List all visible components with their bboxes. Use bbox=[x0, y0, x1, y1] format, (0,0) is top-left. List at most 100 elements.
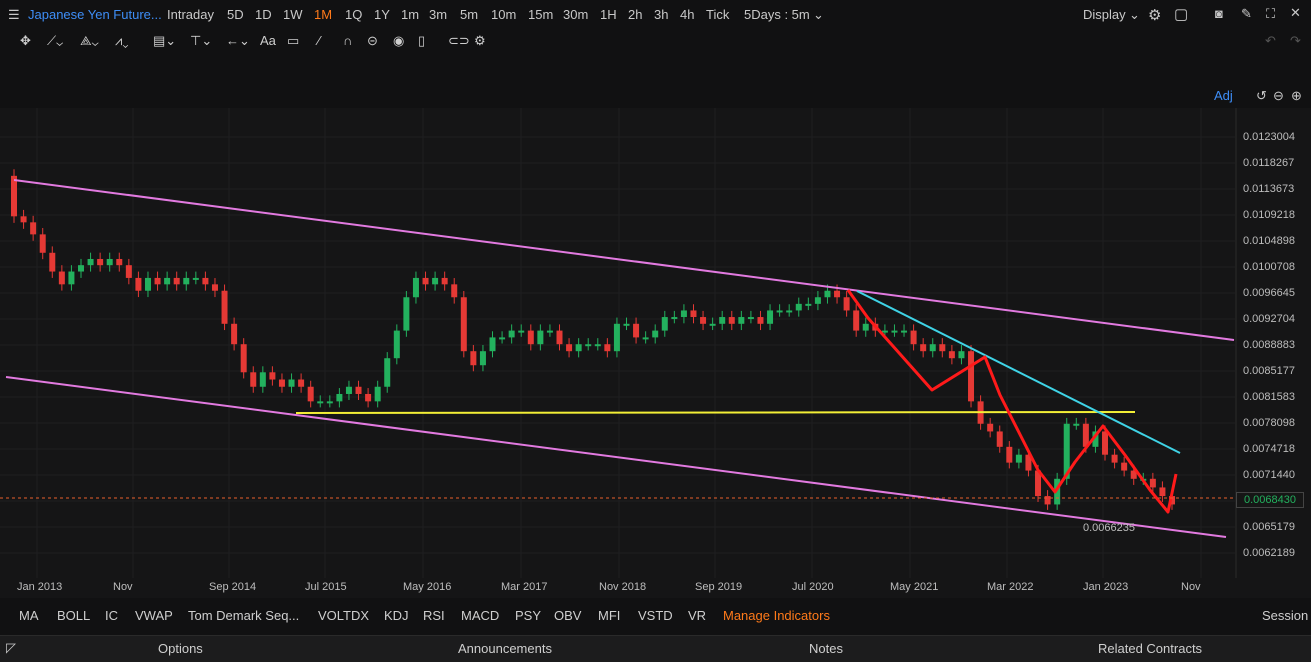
polyline-tool-icon[interactable]: ⟁⌄ bbox=[80, 33, 99, 49]
y-tick-label: 0.0123004 bbox=[1243, 131, 1295, 143]
tab-announcements[interactable]: Announcements bbox=[458, 641, 552, 656]
zoom-out-icon[interactable]: ⊖ bbox=[1273, 88, 1284, 104]
y-tick-label: 0.0062189 bbox=[1243, 547, 1295, 559]
close-icon[interactable]: ✕ bbox=[1290, 5, 1301, 21]
layout-icon[interactable]: ▢ bbox=[1174, 5, 1188, 23]
multi-select-icon[interactable]: ⊂⊃ bbox=[448, 33, 470, 49]
display-button[interactable]: Display bbox=[1083, 7, 1126, 22]
timeframe-3m[interactable]: 3m bbox=[429, 7, 447, 22]
timeframe-30m[interactable]: 30m bbox=[563, 7, 588, 22]
y-tick-label: 0.0078098 bbox=[1243, 417, 1295, 429]
timeframe-5m[interactable]: 5m bbox=[460, 7, 478, 22]
indicator-tom-demark-seq[interactable]: Tom Demark Seq... bbox=[188, 608, 299, 623]
ruler-tool-icon[interactable]: ∕ bbox=[318, 33, 320, 48]
timeframe-15m[interactable]: 15m bbox=[528, 7, 553, 22]
settings-icon[interactable]: ⚙ bbox=[474, 33, 486, 49]
undo-icon[interactable]: ↶ bbox=[1265, 33, 1276, 49]
timeframe-4h[interactable]: 4h bbox=[680, 7, 694, 22]
indicator-ma[interactable]: MA bbox=[19, 608, 39, 623]
reset-icon[interactable]: ↺ bbox=[1256, 88, 1267, 104]
menu-icon[interactable]: ☰ bbox=[8, 7, 20, 23]
y-tick-label: 0.0104898 bbox=[1243, 235, 1295, 247]
adj-label[interactable]: Adj bbox=[1214, 88, 1233, 103]
manage-indicators-link[interactable]: Manage Indicators bbox=[723, 608, 830, 623]
indicator-vstd[interactable]: VSTD bbox=[638, 608, 673, 623]
x-tick-label: Mar 2017 bbox=[501, 581, 548, 593]
tab-options[interactable]: Options bbox=[158, 641, 203, 656]
timeframe-1m[interactable]: 1m bbox=[401, 7, 419, 22]
x-tick-label: Jul 2020 bbox=[792, 581, 834, 593]
x-tick-label: Jan 2023 bbox=[1083, 581, 1129, 593]
indicator-psy[interactable]: PSY bbox=[515, 608, 541, 623]
level-tool-icon[interactable]: ⊤⌄ bbox=[190, 33, 212, 49]
indicator-mfi[interactable]: MFI bbox=[598, 608, 620, 623]
timeframe-5d[interactable]: 5D bbox=[227, 7, 244, 22]
zoom-in-icon[interactable]: ⊕ bbox=[1291, 88, 1302, 104]
candle-body bbox=[814, 297, 821, 304]
timeframe-10m[interactable]: 10m bbox=[491, 7, 516, 22]
camera-icon[interactable]: ◙ bbox=[1215, 6, 1223, 21]
pattern-tool-icon[interactable]: ⩘⌄ bbox=[115, 33, 128, 49]
comment-tool-icon[interactable]: ▭ bbox=[287, 33, 299, 49]
indicator-rsi[interactable]: RSI bbox=[423, 608, 445, 623]
session-button[interactable]: Session bbox=[1262, 608, 1308, 623]
timeframe-1h[interactable]: 1H bbox=[600, 7, 617, 22]
candle-body bbox=[1149, 478, 1156, 488]
timeframe-1d[interactable]: 1D bbox=[255, 7, 272, 22]
candle-body bbox=[527, 330, 534, 345]
trash-icon[interactable]: ▯ bbox=[418, 33, 425, 49]
arrow-tool-icon[interactable]: ←⌄ bbox=[226, 33, 250, 49]
candle-body bbox=[288, 379, 295, 387]
indicator-macd[interactable]: MACD bbox=[461, 608, 499, 623]
indicator-vwap[interactable]: VWAP bbox=[135, 608, 173, 623]
candle-body bbox=[489, 337, 496, 352]
tab-notes[interactable]: Notes bbox=[809, 641, 843, 656]
range-select[interactable]: 5Days : 5m bbox=[744, 7, 810, 22]
candle-body bbox=[1015, 454, 1022, 463]
lock-icon[interactable]: ⊝ bbox=[367, 33, 378, 49]
indicator-ic[interactable]: IC bbox=[105, 608, 118, 623]
upper-channel-line bbox=[13, 179, 1235, 341]
candle-body bbox=[853, 310, 860, 331]
line-tool-icon[interactable]: ⟋⌄ bbox=[47, 33, 63, 49]
candle-body bbox=[1006, 446, 1013, 463]
indicator-obv[interactable]: OBV bbox=[554, 608, 581, 623]
timeframe-tick[interactable]: Tick bbox=[706, 7, 729, 22]
x-tick-label: Mar 2022 bbox=[987, 581, 1034, 593]
redo-icon[interactable]: ↷ bbox=[1290, 33, 1301, 49]
display-chevron-icon[interactable]: ⌄ bbox=[1129, 7, 1140, 23]
instrument-title[interactable]: Japanese Yen Future... bbox=[28, 7, 162, 22]
indicator-vr[interactable]: VR bbox=[688, 608, 706, 623]
crosshair-icon[interactable]: ✥ bbox=[20, 33, 31, 49]
indicator-kdj[interactable]: KDJ bbox=[384, 608, 409, 623]
candle-body bbox=[116, 258, 123, 266]
candle-body bbox=[1102, 431, 1109, 455]
magnet-icon[interactable]: ∩ bbox=[343, 33, 352, 48]
indicator-voltdx[interactable]: VOLTDX bbox=[318, 608, 369, 623]
timeframe-1m[interactable]: 1M bbox=[314, 7, 332, 22]
timeframe-3h[interactable]: 3h bbox=[654, 7, 668, 22]
x-tick-label: Sep 2014 bbox=[209, 581, 257, 593]
indicator-boll[interactable]: BOLL bbox=[57, 608, 90, 623]
candle-body bbox=[757, 317, 764, 324]
candle-body bbox=[183, 277, 190, 285]
timeframe-1w[interactable]: 1W bbox=[283, 7, 303, 22]
candle-body bbox=[546, 330, 553, 333]
channel-tool-icon[interactable]: ▤⌄ bbox=[153, 33, 176, 49]
text-tool-icon[interactable]: Aa bbox=[260, 33, 276, 48]
fullscreen-icon[interactable]: ⛶ bbox=[1266, 6, 1275, 22]
tab-related-contracts[interactable]: Related Contracts bbox=[1098, 641, 1202, 656]
expand-icon[interactable]: ◸ bbox=[6, 640, 16, 656]
eye-icon[interactable]: ◉ bbox=[393, 33, 404, 49]
timeframe-intraday[interactable]: Intraday bbox=[167, 7, 214, 22]
timeframe-1q[interactable]: 1Q bbox=[345, 7, 362, 22]
candle-body bbox=[221, 290, 228, 324]
candle-body bbox=[336, 393, 343, 402]
timeframe-1y[interactable]: 1Y bbox=[374, 7, 390, 22]
chevron-down-icon[interactable]: ⌄ bbox=[813, 7, 824, 23]
candle-body bbox=[278, 379, 285, 387]
gear-icon[interactable]: ⚙ bbox=[1148, 6, 1161, 24]
timeframe-2h[interactable]: 2h bbox=[628, 7, 642, 22]
pencil-icon[interactable]: ✎ bbox=[1241, 6, 1252, 22]
candle-body bbox=[11, 175, 17, 217]
